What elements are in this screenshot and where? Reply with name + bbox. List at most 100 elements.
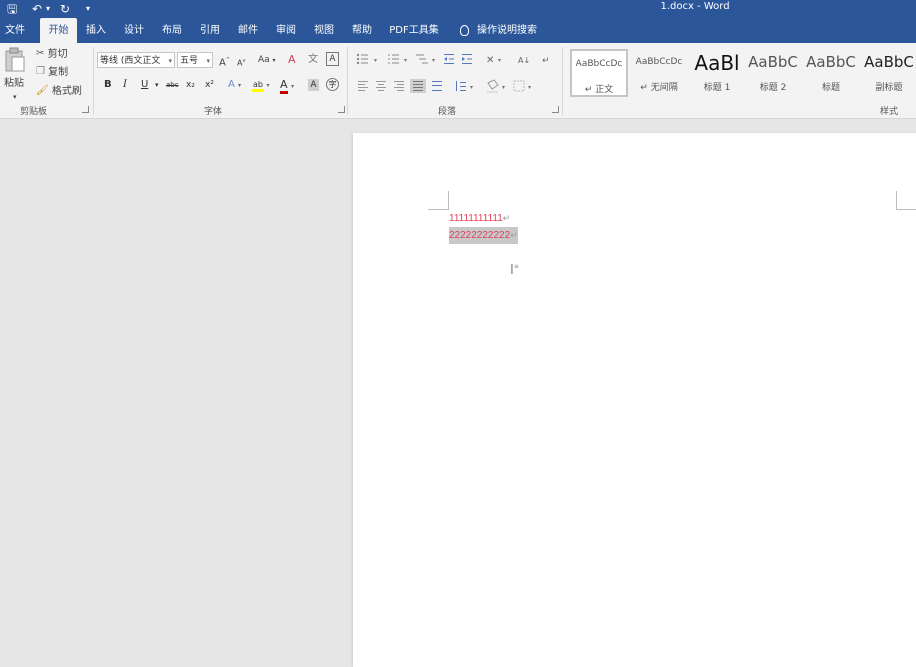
copy-button[interactable]: ❐ 复制 — [36, 65, 68, 80]
redo-icon[interactable]: ↻ — [60, 1, 70, 17]
svg-text:▾: ▾ — [498, 57, 501, 64]
tab-design[interactable]: 设计 — [118, 18, 150, 43]
enclose-chars-icon: A — [329, 54, 336, 64]
distributed-icon — [432, 81, 442, 91]
clear-formatting-icon: A — [288, 53, 296, 66]
copy-icon: ❐ — [36, 66, 45, 77]
style-preview: AaBbC — [748, 53, 798, 71]
highlighter-icon: ab — [252, 80, 264, 92]
svg-text:▾: ▾ — [404, 57, 407, 64]
style-title[interactable]: AaBbC 标题 — [802, 49, 860, 97]
text-effects-icon: A — [228, 79, 235, 90]
line-2-text: 22222222222 — [449, 230, 511, 241]
svg-text:▾: ▾ — [432, 57, 435, 64]
margin-corner-left — [428, 191, 449, 210]
tab-home[interactable]: 开始 — [40, 18, 77, 43]
font-launcher-icon[interactable] — [338, 106, 345, 113]
ribbon-home: 粘贴 ▾ ✂ 剪切 ❐ 复制 🖌 格式刷 剪贴板 等线 (西文正文 ▾ 五号 ▾… — [0, 43, 916, 119]
copy-label: 复制 — [48, 67, 69, 78]
phonetic-guide-button[interactable]: 文 — [308, 53, 318, 67]
tab-review[interactable]: 审阅 — [270, 18, 302, 43]
lightbulb-icon — [460, 24, 469, 36]
style-normal[interactable]: AaBbCcDc ↵ 正文 — [570, 49, 628, 97]
tab-references[interactable]: 引用 — [194, 18, 226, 43]
save-icon[interactable]: 🖫 — [7, 1, 17, 17]
ribbon-tabs: 文件 开始 插入 设计 布局 引用 邮件 审阅 视图 帮助 PDF工具集 操作说… — [0, 18, 916, 43]
subscript-button[interactable]: x₂ — [186, 78, 195, 92]
tab-pdf-tools[interactable]: PDF工具集 — [386, 18, 442, 43]
tell-me-search[interactable]: 操作说明搜索 — [460, 18, 537, 43]
increase-indent-icon — [462, 54, 472, 64]
style-preview: AaBbCcDc — [635, 57, 683, 67]
highlight-button[interactable]: ab ▾ — [252, 78, 270, 93]
scissors-icon: ✂ — [36, 48, 45, 59]
style-name: 标题 — [821, 83, 840, 93]
underline-dropdown-icon[interactable]: ▾ — [155, 78, 159, 92]
paste-label: 粘贴 — [4, 78, 24, 89]
style-no-spacing[interactable]: AaBbCcDc ↵ 无间隔 — [630, 49, 688, 97]
group-divider — [93, 47, 94, 115]
undo-dropdown-icon[interactable]: ▾ — [46, 1, 50, 17]
superscript-button[interactable]: x² — [205, 78, 214, 92]
clipboard-icon — [5, 47, 25, 72]
paste-dropdown-icon[interactable]: ▾ — [13, 90, 17, 104]
clipboard-launcher-icon[interactable] — [82, 106, 89, 113]
char-shading-button[interactable]: A — [308, 79, 319, 91]
customize-toolbar-icon[interactable]: ▾ — [86, 1, 90, 17]
styles-group-label: 样式 — [880, 107, 899, 117]
style-name: 标题 2 — [759, 83, 787, 93]
paste-button[interactable]: 粘贴 ▾ — [4, 47, 28, 101]
italic-button[interactable]: I — [123, 78, 127, 92]
style-heading-1[interactable]: AaBl 标题 1 — [688, 49, 746, 97]
paintbrush-icon: 🖌 — [36, 85, 49, 96]
tab-view[interactable]: 视图 — [308, 18, 340, 43]
paragraph-launcher-icon[interactable] — [552, 106, 559, 113]
cut-button[interactable]: ✂ 剪切 — [36, 47, 68, 62]
font-name-value: 等线 (西文正文 — [100, 56, 161, 66]
ibeam-cursor-icon: I≡ — [510, 263, 519, 278]
bold-button[interactable]: B — [104, 78, 112, 92]
shrink-font-button[interactable]: Av — [237, 54, 245, 71]
change-case-button[interactable]: Aa ▾ — [258, 53, 276, 68]
underline-button[interactable]: U — [141, 78, 148, 92]
window-title: 1.docx - Word — [660, 1, 730, 12]
style-preview: AaBbC — [806, 53, 856, 71]
document-line-2-selected[interactable]: 22222222222↵ — [449, 227, 518, 244]
enclose-chars-button[interactable]: A — [326, 52, 339, 66]
cut-label: 剪切 — [47, 49, 68, 60]
style-heading-2[interactable]: AaBbC 标题 2 — [744, 49, 802, 97]
strikethrough-button[interactable]: abc — [166, 78, 179, 92]
style-preview: AaBbCcDc — [575, 59, 623, 69]
align-left-icon — [358, 81, 368, 91]
clear-formatting-button[interactable]: A — [288, 53, 296, 67]
style-name: 副标题 — [875, 83, 903, 93]
enclose-circle-button[interactable]: 字 — [326, 78, 339, 91]
grow-font-button[interactable]: A^ — [219, 53, 230, 70]
title-bar: 🖫 ↶ ▾ ↻ ▾ 1.docx - Word — [0, 0, 916, 18]
font-color-button[interactable]: A ▾ — [280, 78, 294, 94]
text-effects-button[interactable]: A ▾ — [228, 78, 241, 93]
style-preview: AaBbC — [864, 53, 914, 71]
shading-icon — [487, 79, 499, 93]
style-name: ↵ 正文 — [584, 85, 614, 95]
tab-file[interactable]: 文件 — [0, 18, 30, 43]
tab-layout[interactable]: 布局 — [156, 18, 188, 43]
document-page[interactable]: 11111111111↵ 22222222222↵ I≡ — [353, 133, 916, 667]
tab-help[interactable]: 帮助 — [346, 18, 378, 43]
style-subtitle[interactable]: AaBbC 副标题 — [860, 49, 916, 97]
borders-icon — [513, 80, 525, 92]
undo-icon[interactable]: ↶ — [32, 1, 42, 17]
format-painter-button[interactable]: 🖌 格式刷 — [36, 84, 82, 99]
tell-me-label: 操作说明搜索 — [477, 25, 537, 36]
font-size-combo[interactable]: 五号 ▾ — [177, 52, 213, 68]
format-painter-label: 格式刷 — [51, 86, 82, 97]
paragraph-row-2: ▾ ▾ ▾ — [358, 79, 531, 93]
font-group-label: 字体 — [204, 107, 223, 117]
tab-mailings[interactable]: 邮件 — [232, 18, 264, 43]
document-line-1[interactable]: 11111111111↵ — [449, 210, 510, 227]
numbering-icon — [388, 54, 399, 64]
grow-font-icon: A — [219, 57, 226, 69]
enclose-circle-icon: 字 — [328, 80, 337, 89]
tab-insert[interactable]: 插入 — [80, 18, 112, 43]
font-name-combo[interactable]: 等线 (西文正文 ▾ — [97, 52, 175, 68]
